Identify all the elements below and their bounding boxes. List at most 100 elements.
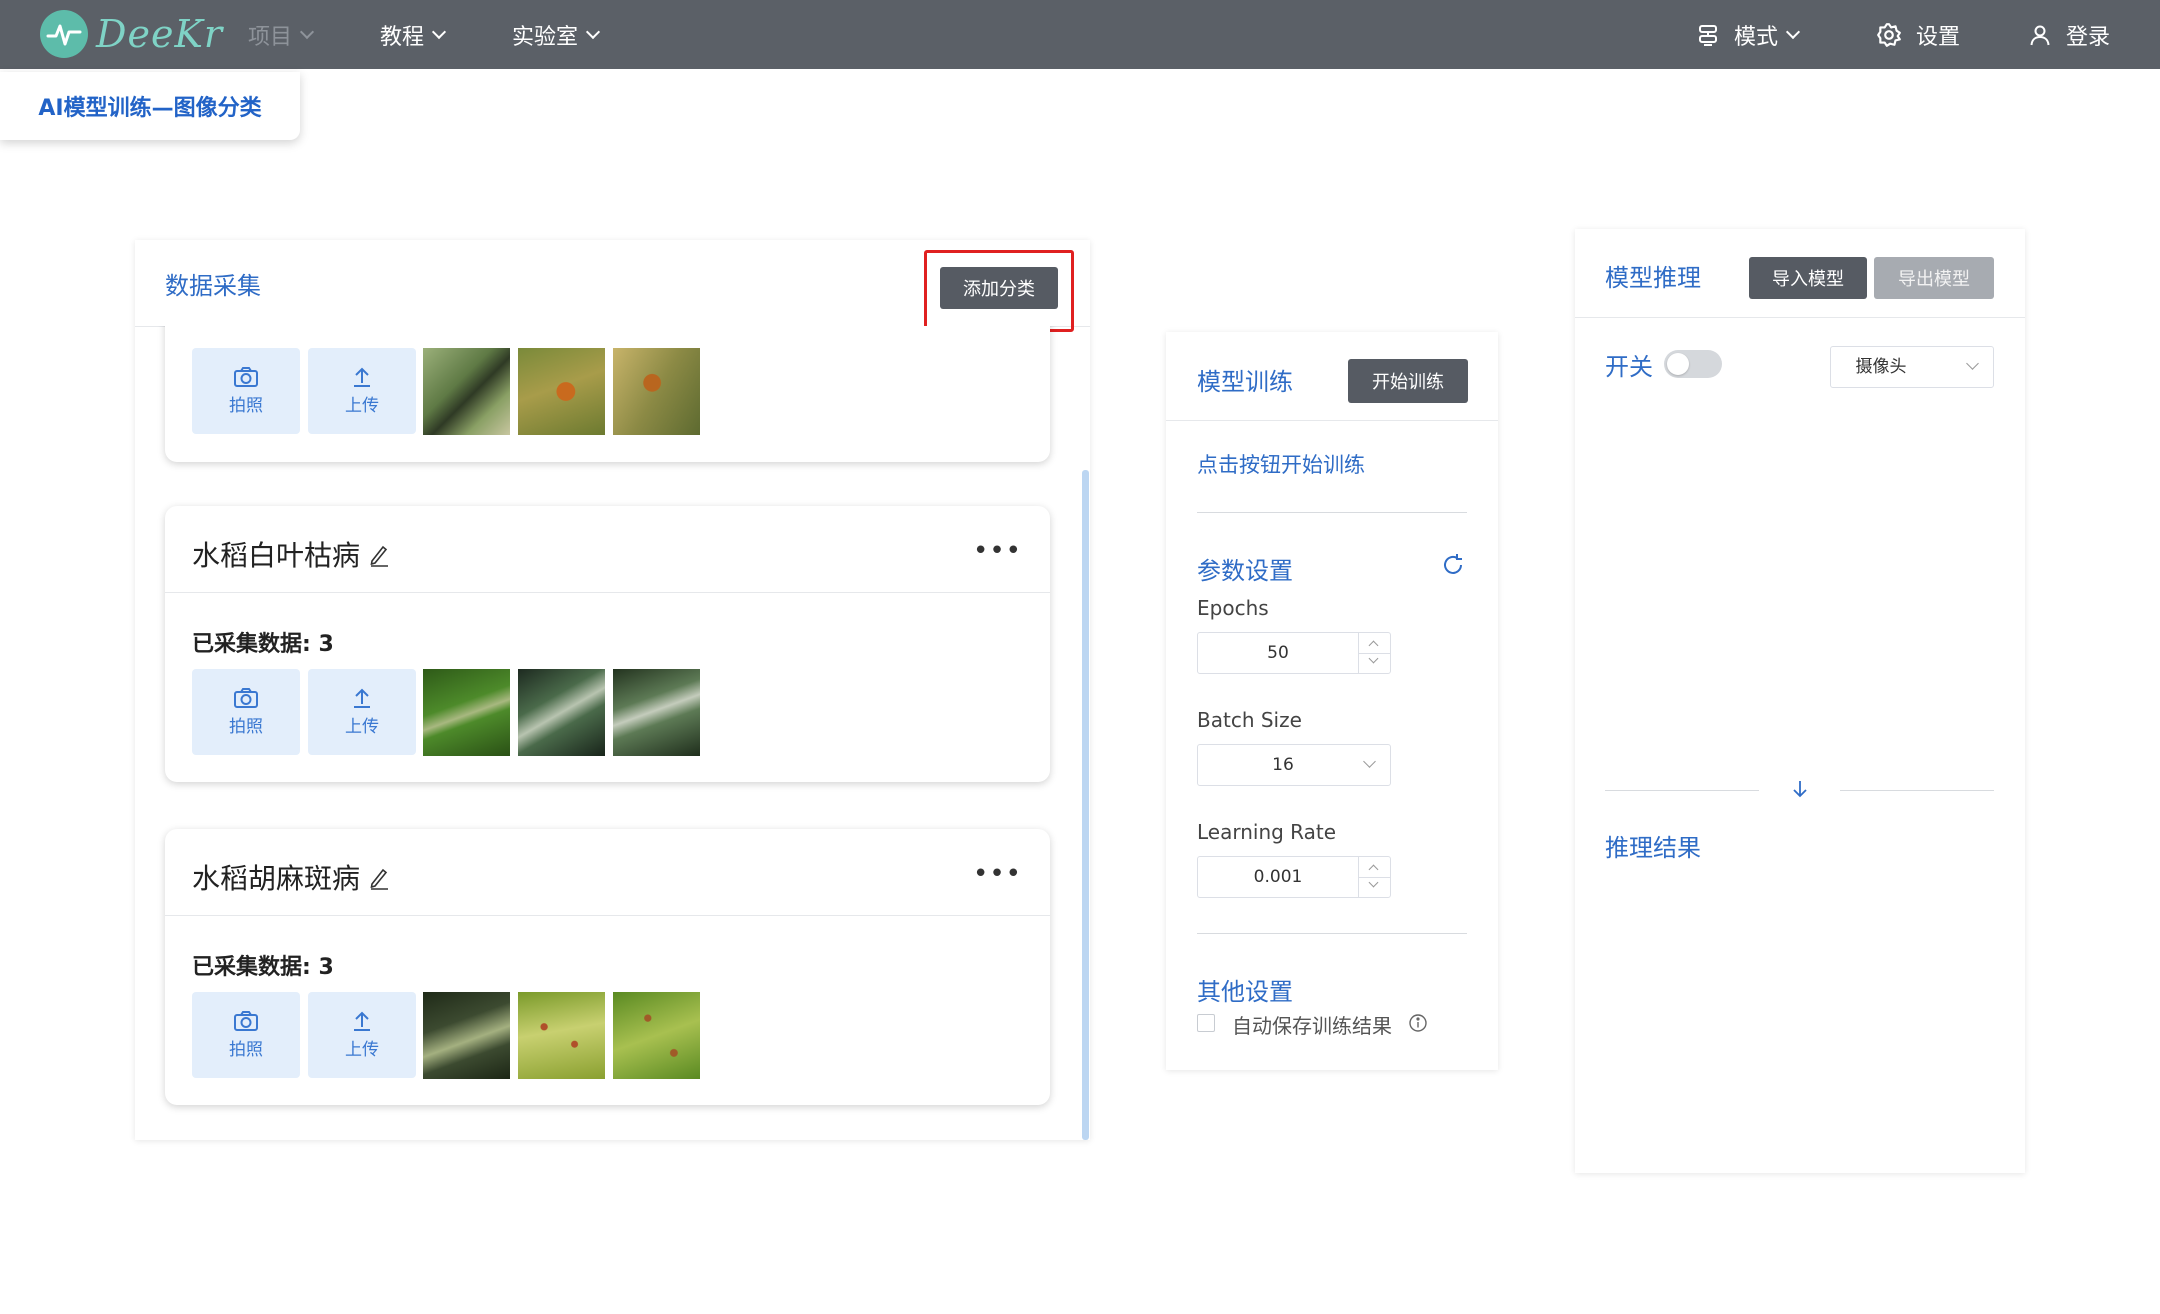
epochs-value[interactable]: 50: [1198, 633, 1358, 673]
model-inference-panel: 模型推理 导入模型 导出模型 开关 摄像头 推理结果: [1575, 229, 2025, 1173]
top-navigation-bar: DeeKr 项目 教程 实验室 模式 设置 登录: [0, 0, 2160, 69]
batch-size-select[interactable]: 16: [1197, 744, 1391, 786]
chevron-down-icon: [299, 24, 315, 39]
nav-projects-menu[interactable]: 项目: [248, 0, 315, 69]
switch-label: 开关: [1605, 353, 1653, 381]
batch-size-label: Batch Size: [1197, 708, 1302, 732]
decrement-icon[interactable]: [1368, 877, 1379, 888]
scrollbar[interactable]: [1082, 470, 1089, 1140]
sample-thumbnail[interactable]: [423, 348, 510, 435]
stepper-controls[interactable]: [1358, 857, 1390, 897]
user-icon: [2028, 23, 2052, 47]
category-title: 水稻胡麻斑病: [192, 857, 390, 897]
more-options-icon[interactable]: •••: [973, 536, 1022, 566]
decrement-icon[interactable]: [1368, 653, 1379, 664]
category-name: 水稻白叶枯病: [192, 539, 361, 572]
stepper-controls[interactable]: [1358, 633, 1390, 673]
inference-result-title: 推理结果: [1605, 834, 1701, 862]
page-title: AI模型训练—图像分类: [38, 96, 262, 121]
mode-icon: [1696, 23, 1720, 47]
camera-source-select[interactable]: 摄像头: [1830, 346, 1994, 388]
take-photo-label: 拍照: [229, 717, 263, 737]
brand-name: DeeKr: [96, 12, 223, 56]
import-model-button[interactable]: 导入模型: [1749, 257, 1867, 299]
camera-icon: [234, 688, 258, 708]
take-photo-button[interactable]: 拍照: [192, 992, 300, 1078]
category-card: 水稻胡麻斑病 ••• 已采集数据: 3 拍照 上传: [165, 829, 1050, 1105]
nav-tutorial-label: 教程: [380, 24, 425, 50]
start-training-button[interactable]: 开始训练: [1348, 359, 1468, 403]
take-photo-label: 拍照: [229, 1040, 263, 1060]
nav-mode-menu[interactable]: 模式: [1696, 0, 1801, 69]
divider: [165, 592, 1050, 593]
camera-icon: [234, 1011, 258, 1031]
edit-icon[interactable]: [368, 864, 390, 897]
nav-settings-button[interactable]: 设置: [1876, 0, 1960, 69]
model-training-title: 模型训练: [1197, 368, 1293, 396]
more-options-icon[interactable]: •••: [973, 859, 1022, 889]
chevron-down-icon: [431, 24, 447, 39]
learning-rate-stepper[interactable]: 0.001: [1197, 856, 1391, 898]
category-list[interactable]: 拍照 上传 水稻白叶枯病 ••• 已采集数据: 3 拍照 上传 水稻胡麻斑病 •…: [135, 326, 1090, 1140]
category-card: 拍照 上传: [165, 326, 1050, 462]
nav-lab-menu[interactable]: 实验室: [512, 0, 601, 69]
sample-thumbnail[interactable]: [423, 669, 510, 756]
nav-login-button[interactable]: 登录: [2028, 0, 2110, 69]
divider: [1166, 420, 1498, 421]
increment-icon[interactable]: [1368, 864, 1379, 875]
divider: [1840, 790, 1994, 791]
other-settings-title: 其他设置: [1197, 978, 1293, 1006]
take-photo-button[interactable]: 拍照: [192, 669, 300, 755]
camera-source-value: 摄像头: [1855, 357, 1907, 377]
gear-icon: [1876, 22, 1902, 48]
sample-thumbnail[interactable]: [613, 348, 700, 435]
camera-toggle[interactable]: [1664, 350, 1722, 378]
upload-label: 上传: [345, 717, 379, 737]
nav-tutorial-menu[interactable]: 教程: [380, 0, 447, 69]
divider: [165, 915, 1050, 916]
toggle-knob: [1667, 353, 1689, 375]
export-model-button[interactable]: 导出模型: [1874, 257, 1994, 299]
epochs-stepper[interactable]: 50: [1197, 632, 1391, 674]
reset-icon[interactable]: [1441, 553, 1465, 581]
highlight-annotation: [924, 250, 1074, 332]
upload-icon: [354, 688, 370, 708]
logo-mark-icon: [40, 10, 88, 58]
upload-icon: [354, 1011, 370, 1031]
upload-label: 上传: [345, 396, 379, 416]
info-icon[interactable]: [1408, 1013, 1428, 1037]
sample-thumbnail[interactable]: [518, 992, 605, 1079]
autosave-checkbox[interactable]: [1197, 1014, 1215, 1032]
divider: [1197, 512, 1467, 513]
upload-button[interactable]: 上传: [308, 669, 416, 755]
category-card: 水稻白叶枯病 ••• 已采集数据: 3 拍照 上传: [165, 506, 1050, 782]
increment-icon[interactable]: [1368, 640, 1379, 651]
sample-count: 已采集数据: 3: [192, 632, 334, 657]
sample-thumbnail[interactable]: [518, 348, 605, 435]
divider: [1197, 933, 1467, 934]
chevron-down-icon: [1785, 24, 1801, 39]
upload-button[interactable]: 上传: [308, 348, 416, 434]
page-title-tab: AI模型训练—图像分类: [0, 72, 300, 140]
nav-settings-label: 设置: [1916, 24, 1961, 50]
category-title: 水稻白叶枯病: [192, 534, 390, 574]
sample-thumbnail[interactable]: [518, 669, 605, 756]
edit-icon[interactable]: [368, 541, 390, 574]
brand-logo[interactable]: DeeKr: [40, 8, 223, 60]
sample-thumbnail[interactable]: [613, 669, 700, 756]
epochs-label: Epochs: [1197, 596, 1269, 620]
chevron-down-icon: [1966, 357, 1979, 370]
model-training-panel: 模型训练 开始训练 点击按钮开始训练 参数设置 Epochs 50 Batch …: [1166, 332, 1498, 1070]
nav-projects-label: 项目: [248, 24, 293, 50]
upload-button[interactable]: 上传: [308, 992, 416, 1078]
sample-thumbnail[interactable]: [613, 992, 700, 1079]
learning-rate-label: Learning Rate: [1197, 820, 1337, 844]
model-inference-title: 模型推理: [1605, 264, 1701, 292]
params-title: 参数设置: [1197, 557, 1293, 585]
upload-icon: [354, 367, 370, 387]
batch-size-value: 16: [1272, 755, 1294, 775]
sample-thumbnail[interactable]: [423, 992, 510, 1079]
take-photo-button[interactable]: 拍照: [192, 348, 300, 434]
learning-rate-value[interactable]: 0.001: [1198, 857, 1358, 897]
nav-login-label: 登录: [2066, 24, 2111, 50]
